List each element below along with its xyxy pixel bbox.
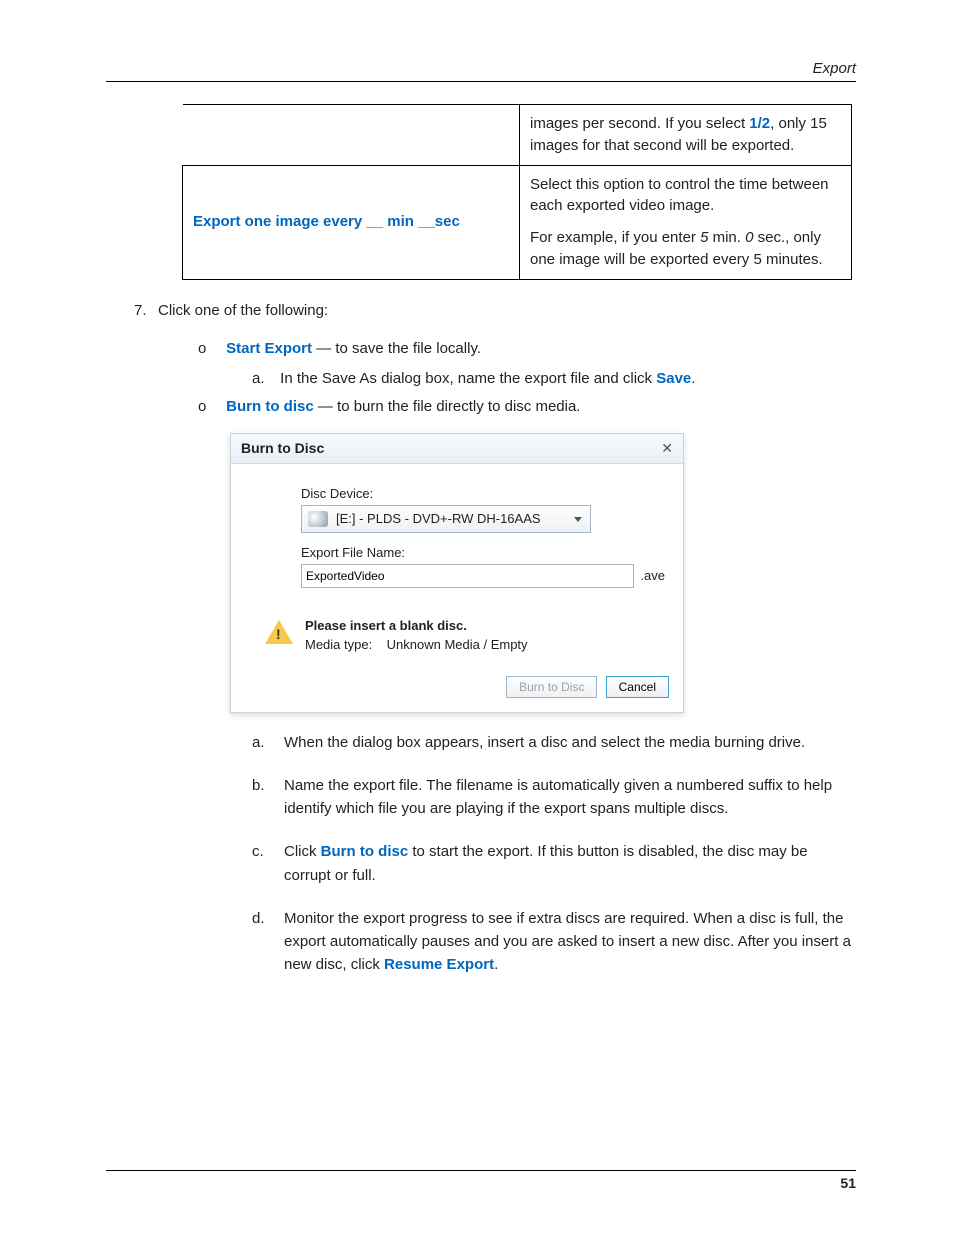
burn-step-d: d. Monitor the export progress to see if… (252, 907, 856, 977)
options-table: images per second. If you select 1/2, on… (182, 104, 852, 280)
disc-device-value: [E:] - PLDS - DVD+-RW DH-16AAS (336, 511, 541, 526)
cancel-button[interactable]: Cancel (606, 676, 669, 698)
page-header: Export (106, 60, 856, 82)
chevron-down-icon (574, 517, 582, 522)
disc-device-dropdown[interactable]: [E:] - PLDS - DVD+-RW DH-16AAS (301, 505, 591, 533)
dialog-title: Burn to Disc (241, 440, 324, 456)
dialog-titlebar: Burn to Disc ✕ (231, 434, 683, 464)
page-number: 51 (840, 1175, 856, 1191)
option-start-export: o Start Export — to save the file locall… (198, 337, 856, 361)
warning-title: Please insert a blank disc. (305, 618, 528, 633)
burn-to-disc-inline: Burn to disc (321, 843, 409, 860)
file-extension: .ave (640, 568, 665, 583)
burn-step-a: a. When the dialog box appears, insert a… (252, 731, 856, 754)
table-row1-right: Select this option to control the time b… (520, 165, 852, 279)
resume-export-inline: Resume Export (384, 956, 494, 973)
option-burn-to-disc: o Burn to disc — to burn the file direct… (198, 395, 856, 419)
step-7: 7.Click one of the following: (134, 302, 856, 319)
disc-icon (308, 511, 328, 527)
save-label: Save (656, 370, 691, 387)
close-icon[interactable]: ✕ (661, 440, 673, 457)
burn-step-c: c. Click Burn to disc to start the expor… (252, 840, 856, 887)
media-type-label: Media type: (305, 637, 372, 652)
export-file-input[interactable] (301, 564, 634, 588)
disc-device-label: Disc Device: (301, 486, 665, 501)
half-ratio: 1/2 (749, 115, 770, 132)
page-footer: 51 (106, 1170, 856, 1191)
burn-step-b: b. Name the export file. The filename is… (252, 774, 856, 821)
start-export-substep-a: a. In the Save As dialog box, name the e… (252, 367, 856, 391)
burn-to-disc-button[interactable]: Burn to Disc (506, 676, 597, 698)
section-title: Export (813, 60, 856, 77)
burn-to-disc-dialog: Burn to Disc ✕ Disc Device: [E:] - PLDS … (230, 433, 684, 713)
table-row0-right: images per second. If you select 1/2, on… (520, 105, 852, 166)
table-row1-left: Export one image every __ min __sec (183, 165, 520, 279)
export-file-label: Export File Name: (301, 545, 665, 560)
warning-icon (265, 620, 293, 644)
media-type-value: Unknown Media / Empty (387, 637, 528, 652)
